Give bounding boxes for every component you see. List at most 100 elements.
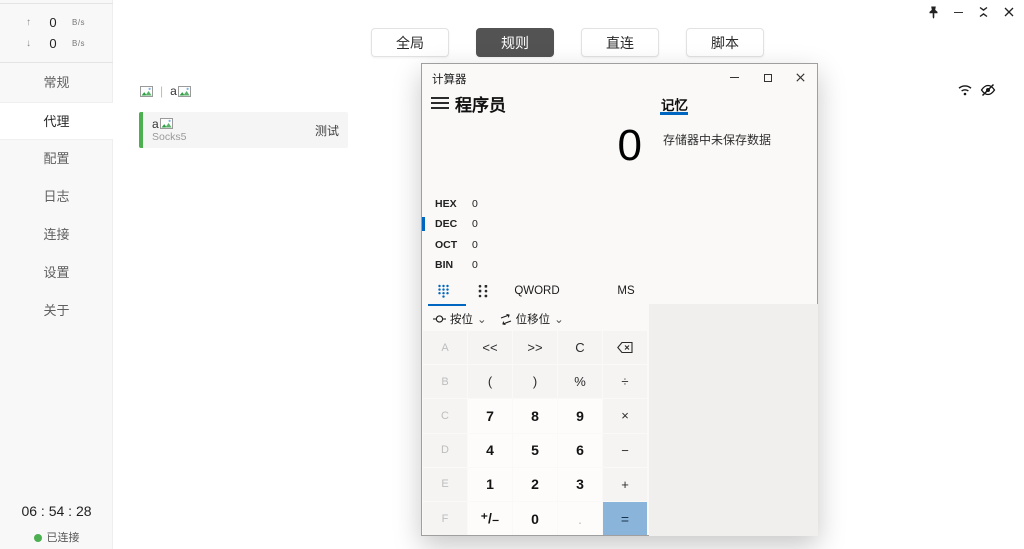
key-backspace[interactable] (603, 331, 647, 364)
memory-tab-underline (660, 112, 688, 115)
sidebar-item-about[interactable]: 关于 (0, 292, 113, 330)
key-hex-c[interactable]: C (423, 399, 467, 432)
radix-oct-label: OCT (435, 239, 462, 251)
key-2[interactable]: 2 (513, 468, 557, 501)
chevron-down-icon: ⌄ (554, 312, 564, 326)
calculator-mode-title: 程序员 (455, 91, 506, 116)
proxy-name-label: a (152, 117, 159, 131)
key-add[interactable]: + (603, 468, 647, 501)
key-close-paren[interactable]: ) (513, 365, 557, 398)
sidebar-item-profiles[interactable]: 配置 (0, 140, 113, 178)
bit-toggle-keypad-icon[interactable] (477, 284, 489, 298)
memory-panel (649, 304, 818, 536)
sidebar-menu: 常规 代理 配置 日志 连接 设置 关于 (0, 64, 113, 330)
collapse-icon[interactable] (974, 3, 993, 21)
bitwise-menu-button[interactable]: 按位 ⌄ (433, 309, 487, 329)
wifi-test-icon[interactable] (957, 83, 973, 97)
key-0[interactable]: 0 (513, 502, 557, 535)
radix-hex-value: 0 (472, 198, 478, 210)
close-icon[interactable] (999, 3, 1018, 21)
key-5[interactable]: 5 (513, 434, 557, 467)
radix-panel: HEX 0 DEC 0 OCT 0 BIN 0 (422, 194, 644, 275)
key-6[interactable]: 6 (558, 434, 602, 467)
full-keypad-icon[interactable] (437, 284, 450, 298)
proxy-card-info: a Socks5 (143, 115, 186, 146)
proxy-mode-switcher: 全局 规则 直连 脚本 (371, 28, 764, 57)
key-hex-e[interactable]: E (423, 468, 467, 501)
key-subtract[interactable]: − (603, 434, 647, 467)
key-open-paren[interactable]: ( (468, 365, 512, 398)
calc-close-icon[interactable] (784, 64, 817, 91)
upload-speed: ↑ 0 B/s (0, 15, 113, 30)
radix-dec-label: DEC (435, 218, 462, 230)
key-hex-b[interactable]: B (423, 365, 467, 398)
key-decimal[interactable]: . (558, 502, 602, 535)
key-hex-d[interactable]: D (423, 434, 467, 467)
upload-value: 0 (40, 15, 66, 30)
mode-global-button[interactable]: 全局 (371, 28, 449, 57)
radix-bin[interactable]: BIN 0 (422, 255, 644, 275)
download-unit: B/s (72, 39, 85, 48)
download-speed: ↓ 0 B/s (0, 36, 113, 51)
sidebar-item-general[interactable]: 常规 (0, 64, 113, 102)
sidebar-item-proxies[interactable]: 代理 (0, 102, 113, 140)
key-divide[interactable]: ÷ (603, 365, 647, 398)
proxy-name: a (152, 117, 186, 131)
broken-image-icon[interactable] (140, 86, 153, 97)
bitshift-menu-button[interactable]: 位移位 ⌄ (500, 309, 564, 329)
radix-hex[interactable]: HEX 0 (422, 194, 644, 214)
calculator-titlebar[interactable]: 计算器 (422, 64, 817, 91)
key-percent[interactable]: % (558, 365, 602, 398)
key-4[interactable]: 4 (468, 434, 512, 467)
key-hex-a[interactable]: A (423, 331, 467, 364)
mode-direct-button[interactable]: 直连 (581, 28, 659, 57)
key-hex-f[interactable]: F (423, 502, 467, 535)
key-8[interactable]: 8 (513, 399, 557, 432)
radix-dec-value: 0 (472, 218, 478, 230)
hamburger-menu-icon[interactable] (431, 95, 449, 111)
memory-empty-text: 存储器中未保存数据 (663, 131, 771, 148)
proxy-group-tabs: | a (140, 84, 191, 98)
key-multiply[interactable]: × (603, 399, 647, 432)
key-clear[interactable]: C (558, 331, 602, 364)
radix-oct[interactable]: OCT 0 (422, 235, 644, 255)
word-size-button[interactable]: QWORD (510, 285, 564, 297)
calc-maximize-icon[interactable] (751, 64, 784, 91)
key-left-shift[interactable]: << (468, 331, 512, 364)
group-tab-label: a (170, 84, 177, 98)
memory-store-button[interactable]: MS (605, 285, 647, 297)
sidebar-item-settings[interactable]: 设置 (0, 254, 113, 292)
calc-minimize-icon[interactable] (718, 64, 751, 91)
connection-status: 已连接 (0, 529, 113, 545)
broken-image-icon (178, 86, 191, 97)
calculator-display: 0 (522, 121, 642, 171)
calculator-toolbar: QWORD MS (422, 281, 648, 305)
radix-oct-value: 0 (472, 239, 478, 251)
key-plus-minus[interactable]: ⁺/₋ (468, 502, 512, 535)
sidebar-item-connections[interactable]: 连接 (0, 216, 113, 254)
key-7[interactable]: 7 (468, 399, 512, 432)
test-latency-button[interactable]: 测试 (315, 122, 339, 139)
proxy-card[interactable]: a Socks5 测试 (139, 112, 348, 148)
status-dot-icon (34, 534, 42, 542)
calculator-window: 计算器 程序员 记忆 存储器中未保存数据 0 HEX 0 DEC 0 OCT 0… (421, 63, 818, 536)
sidebar-item-logs[interactable]: 日志 (0, 178, 113, 216)
radix-dec[interactable]: DEC 0 (422, 214, 644, 234)
proxy-protocol: Socks5 (152, 131, 186, 144)
key-right-shift[interactable]: >> (513, 331, 557, 364)
minimize-icon[interactable] (949, 3, 968, 21)
key-3[interactable]: 3 (558, 468, 602, 501)
tab-memory[interactable]: 记忆 (661, 94, 688, 114)
tab-separator: | (160, 84, 163, 98)
group-tab-a[interactable]: a (170, 84, 191, 98)
radix-hex-label: HEX (435, 198, 462, 210)
bitshift-icon (500, 314, 512, 325)
mode-script-button[interactable]: 脚本 (686, 28, 764, 57)
key-9[interactable]: 9 (558, 399, 602, 432)
radix-bin-value: 0 (472, 259, 478, 271)
key-1[interactable]: 1 (468, 468, 512, 501)
mode-rule-button[interactable]: 规则 (476, 28, 554, 57)
key-equals[interactable]: = (603, 502, 647, 535)
pin-icon[interactable] (924, 3, 943, 21)
eye-off-icon[interactable] (980, 83, 996, 97)
